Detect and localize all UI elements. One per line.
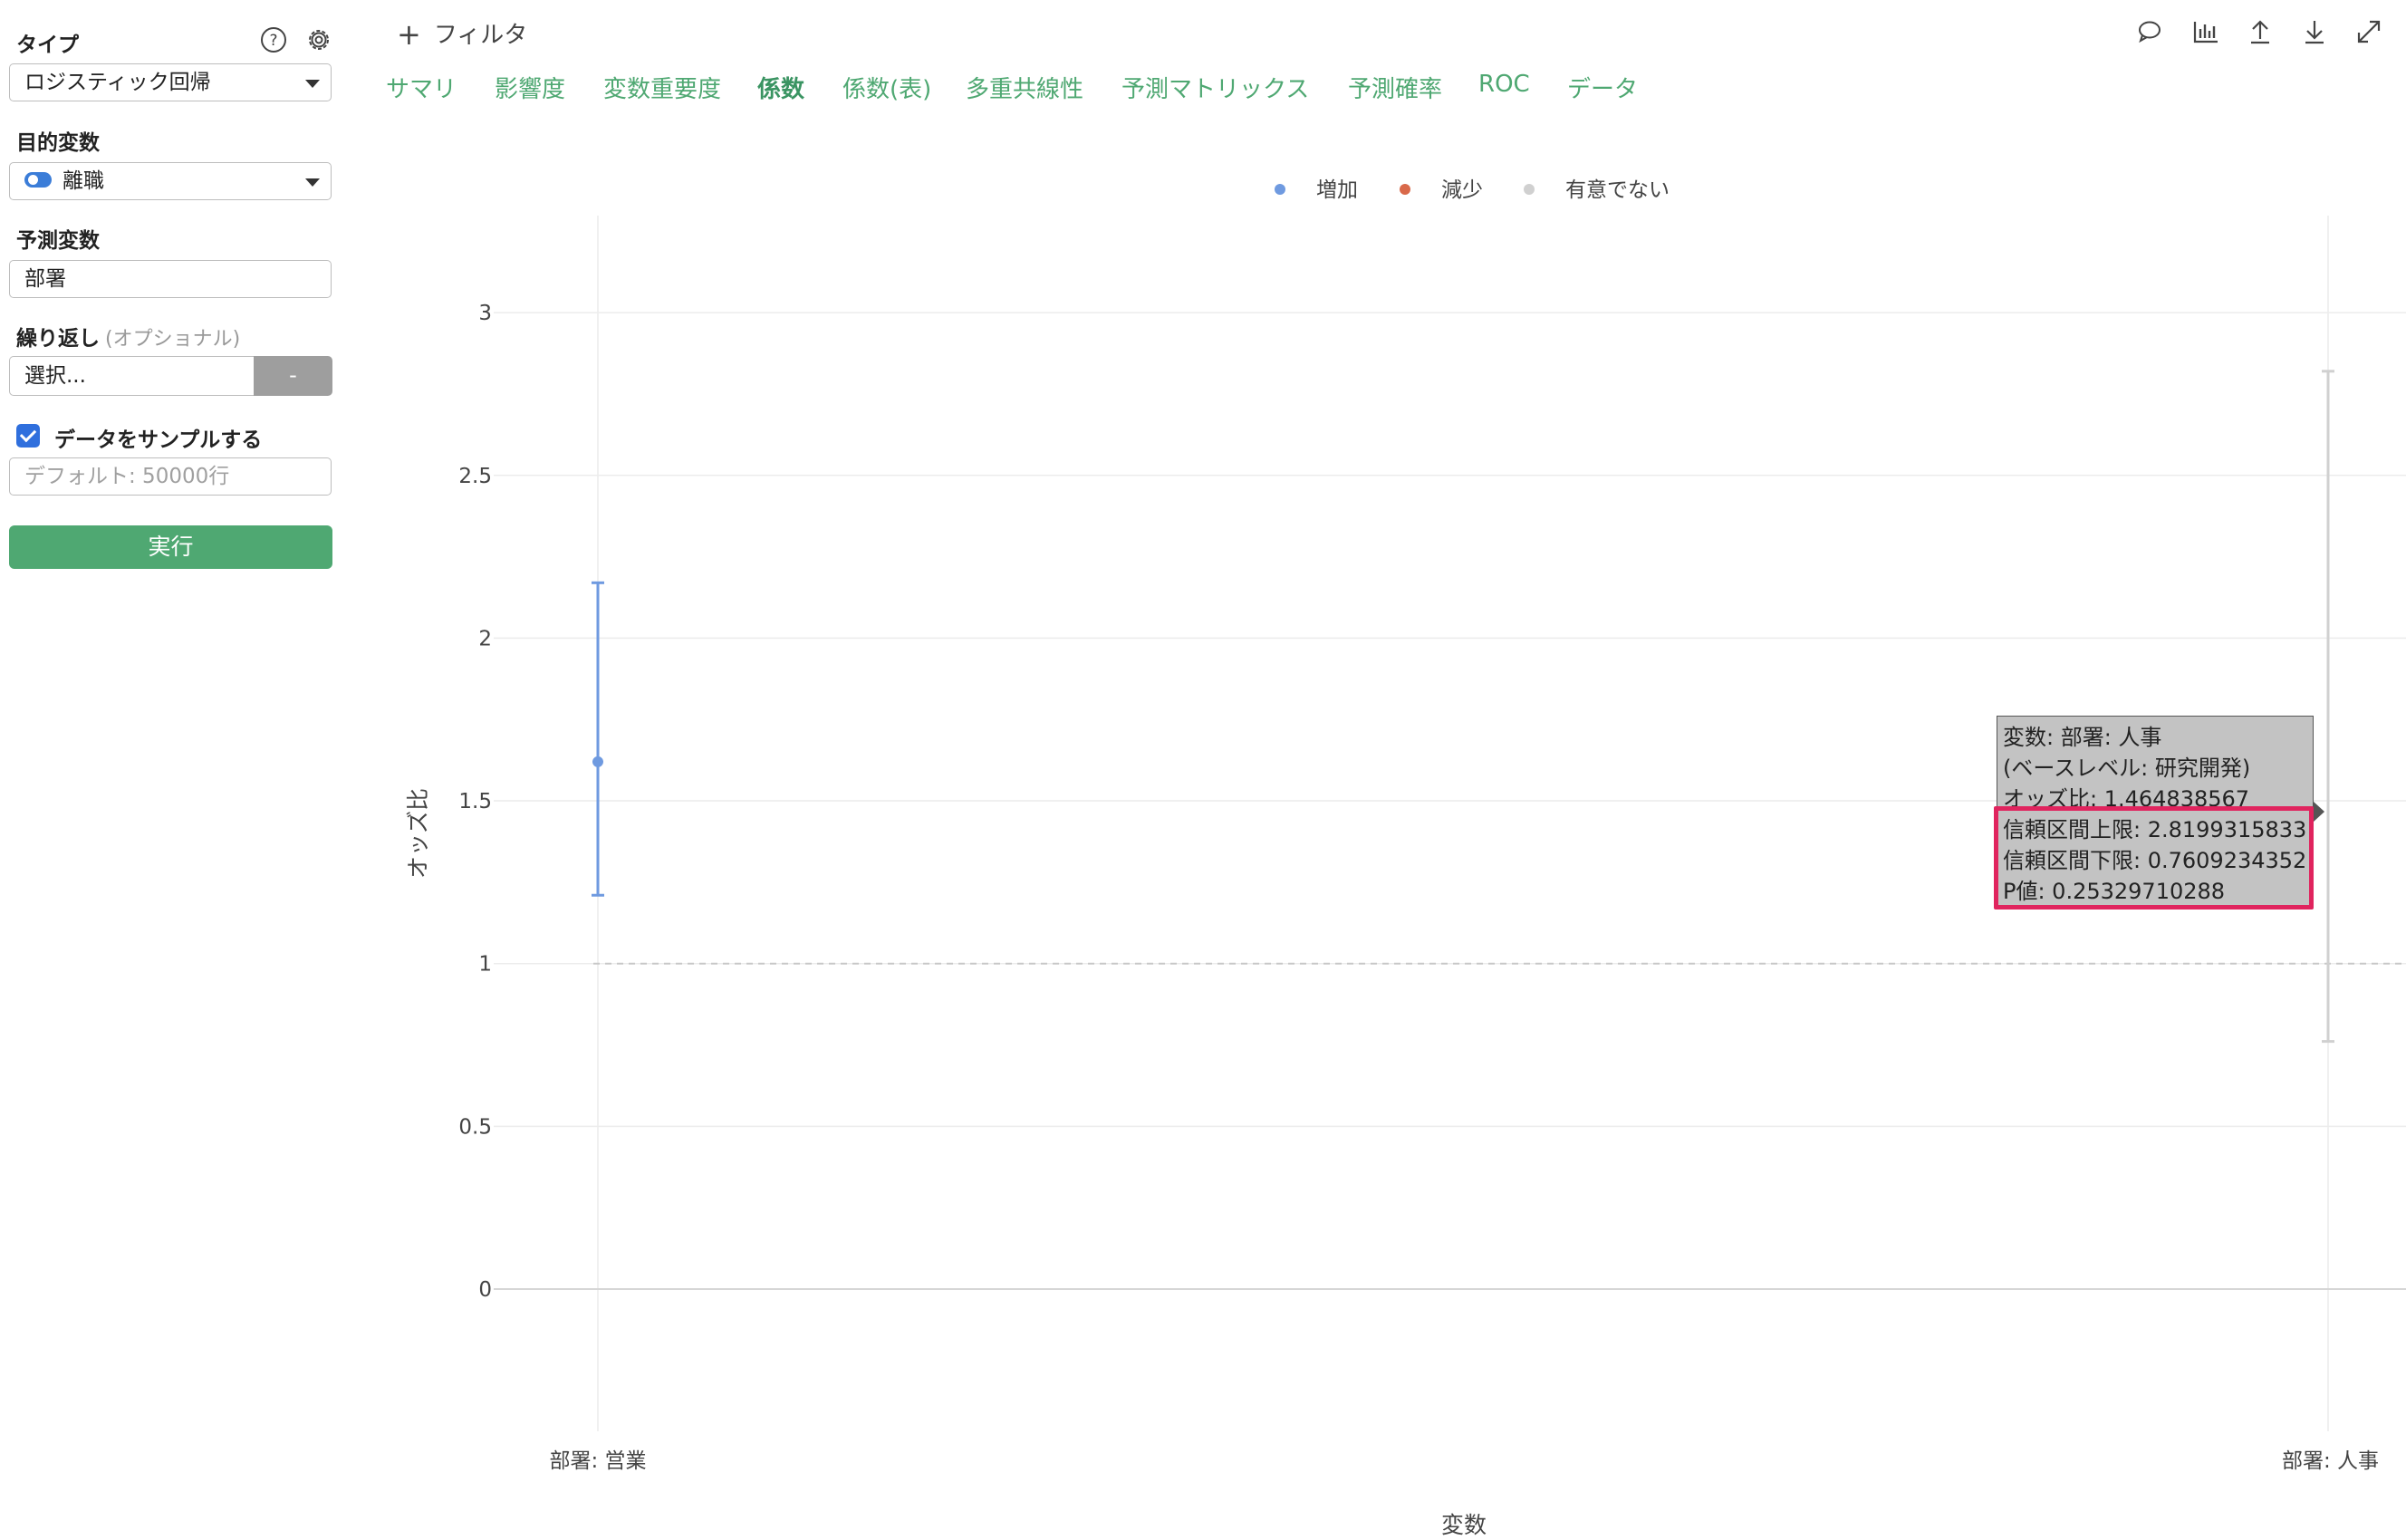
help-icon[interactable]: ? [259, 25, 288, 54]
chart-marks [592, 370, 2334, 1044]
filter-button[interactable]: + フィルタ [397, 16, 527, 52]
tab-summary[interactable]: サマリ [386, 71, 457, 104]
upload-icon[interactable] [2245, 16, 2276, 47]
toggle-icon [24, 172, 52, 188]
repeat-select[interactable]: 選択... [9, 356, 254, 396]
tab-data[interactable]: データ [1567, 71, 1638, 104]
y-axis-label: オッズ比 [405, 788, 431, 879]
legend-marker [1400, 184, 1410, 195]
tooltip-arrow [2314, 802, 2324, 822]
predictor-field[interactable]: 部署 [9, 260, 332, 298]
y-tick-label: 1 [478, 953, 492, 977]
svg-text:?: ? [269, 32, 277, 50]
type-select[interactable]: ロジスティック回帰 [9, 63, 332, 101]
legend-label: 減少 [1441, 178, 1483, 202]
tab-coefficient[interactable]: 係数 [757, 71, 804, 104]
chevron-down-icon [305, 178, 320, 187]
y-tick-label: 2 [478, 627, 492, 650]
chart-legend: 増加 減少 有意でない [1275, 178, 1670, 202]
sample-size-input[interactable]: デフォルト: 50000行 [9, 457, 332, 496]
gear-icon[interactable] [304, 25, 333, 54]
x-axis-label: 変数 [1441, 1512, 1487, 1538]
legend-label: 有意でない [1565, 178, 1670, 202]
plus-icon: + [397, 17, 421, 52]
tab-variable-importance[interactable]: 変数重要度 [603, 71, 721, 104]
sample-checkbox[interactable] [16, 424, 40, 448]
y-tick-label: 0 [478, 1278, 492, 1302]
tooltip-variable: 変数: 部署: 人事 [2003, 725, 2162, 750]
y-tick-label: 0.5 [458, 1115, 492, 1139]
filter-label: フィルタ [433, 22, 528, 49]
x-axis-ticks: 部署: 営業 部署: 人事 [549, 1449, 2379, 1473]
chart-icon[interactable] [2190, 16, 2221, 47]
tab-prediction-probability[interactable]: 予測確率 [1348, 71, 1442, 104]
target-select[interactable]: 離職 [9, 162, 332, 200]
type-label: タイプ [16, 34, 79, 57]
repeat-label: 繰り返し (オプショナル) [16, 321, 240, 351]
tab-prediction-matrix[interactable]: 予測マトリックス [1121, 71, 1309, 104]
expand-icon[interactable] [2353, 16, 2384, 47]
tab-multicollinearity[interactable]: 多重共線性 [966, 71, 1083, 104]
target-select-value: 離職 [63, 169, 104, 193]
comment-icon[interactable] [2134, 16, 2165, 47]
target-label: 目的変数 [16, 131, 100, 155]
type-select-value: ロジスティック回帰 [24, 71, 211, 94]
x-tick-label: 部署: 営業 [549, 1449, 646, 1473]
tab-roc[interactable]: ROC [1478, 71, 1530, 98]
download-icon[interactable] [2299, 16, 2330, 47]
y-axis-ticks: 0 0.5 1 1.5 2 2.5 3 [458, 302, 492, 1302]
legend-label: 増加 [1316, 178, 1358, 202]
run-button[interactable]: 実行 [9, 525, 332, 569]
y-tick-label: 2.5 [458, 465, 492, 488]
tooltip-base-level: (ベースレベル: 研究開発) [2003, 756, 2251, 781]
legend-marker [1275, 184, 1285, 195]
tooltip-highlight-box [1994, 806, 2314, 910]
y-tick-label: 1.5 [458, 790, 492, 813]
tab-influence[interactable]: 影響度 [495, 71, 565, 104]
data-point [592, 756, 603, 767]
repeat-clear-button[interactable]: - [254, 356, 332, 396]
repeat-label-text: 繰り返し [16, 327, 100, 351]
repeat-optional-text: (オプショナル) [105, 328, 241, 351]
sidebar: タイプ ? ロジスティック回帰 目的変数 離職 予測変数 部署 繰り返し (オプシ… [0, 0, 344, 1540]
y-tick-label: 3 [478, 302, 492, 325]
chevron-down-icon [305, 80, 320, 88]
predictor-label: 予測変数 [16, 229, 100, 253]
legend-marker [1524, 184, 1535, 195]
sample-label: データをサンプルする [54, 428, 263, 452]
x-tick-label: 部署: 人事 [2282, 1449, 2379, 1473]
tab-coefficient-table[interactable]: 係数(表) [842, 71, 931, 104]
